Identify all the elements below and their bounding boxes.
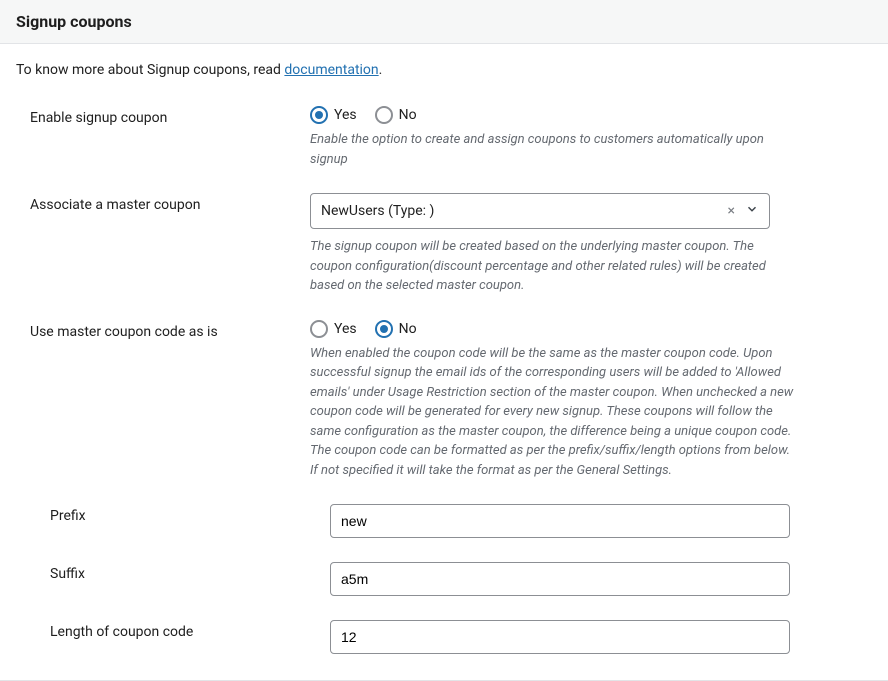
row-enable-signup: Enable signup coupon Yes No Enable the o… xyxy=(0,94,888,181)
use-as-is-no-radio[interactable] xyxy=(375,320,393,338)
intro-text: To know more about Signup coupons, read … xyxy=(0,44,888,86)
settings-form: Enable signup coupon Yes No Enable the o… xyxy=(0,86,888,681)
use-as-is-field: Yes No When enabled the coupon code will… xyxy=(310,320,888,481)
use-as-is-label: Use master coupon code as is xyxy=(0,320,310,340)
use-as-is-no-label: No xyxy=(399,321,417,337)
enable-no-option[interactable]: No xyxy=(375,106,417,124)
use-as-is-desc: When enabled the coupon code will be the… xyxy=(310,344,798,481)
use-as-is-yes-option[interactable]: Yes xyxy=(310,320,357,338)
use-as-is-no-option[interactable]: No xyxy=(375,320,417,338)
length-field xyxy=(330,620,888,654)
suffix-field xyxy=(330,562,888,596)
documentation-link[interactable]: documentation xyxy=(284,62,378,78)
intro-suffix: . xyxy=(379,62,383,78)
enable-signup-label: Enable signup coupon xyxy=(0,106,310,126)
length-label: Length of coupon code xyxy=(20,620,330,640)
enable-signup-desc: Enable the option to create and assign c… xyxy=(310,130,798,169)
select-controls: × xyxy=(728,202,759,220)
row-prefix: Prefix xyxy=(0,492,888,550)
enable-yes-label: Yes xyxy=(334,107,357,123)
suffix-label: Suffix xyxy=(20,562,330,582)
page-title: Signup coupons xyxy=(16,12,872,31)
page-header: Signup coupons xyxy=(0,0,888,44)
master-coupon-label: Associate a master coupon xyxy=(0,193,310,213)
master-coupon-select[interactable]: NewUsers (Type: ) × xyxy=(310,193,770,229)
use-as-is-radios: Yes No xyxy=(310,320,798,338)
enable-signup-field: Yes No Enable the option to create and a… xyxy=(310,106,888,169)
master-coupon-field: NewUsers (Type: ) × The signup coupon wi… xyxy=(310,193,888,296)
enable-yes-option[interactable]: Yes xyxy=(310,106,357,124)
use-as-is-yes-label: Yes xyxy=(334,321,357,337)
master-coupon-desc: The signup coupon will be created based … xyxy=(310,237,798,296)
row-master-coupon: Associate a master coupon NewUsers (Type… xyxy=(0,181,888,308)
prefix-input[interactable] xyxy=(330,504,790,538)
enable-no-label: No xyxy=(399,107,417,123)
use-as-is-yes-radio[interactable] xyxy=(310,320,328,338)
clear-icon[interactable]: × xyxy=(728,203,735,219)
prefix-field xyxy=(330,504,888,538)
prefix-label: Prefix xyxy=(20,504,330,524)
intro-prefix: To know more about Signup coupons, read xyxy=(16,62,284,78)
enable-no-radio[interactable] xyxy=(375,106,393,124)
row-length: Length of coupon code xyxy=(0,608,888,666)
length-input[interactable] xyxy=(330,620,790,654)
enable-signup-radios: Yes No xyxy=(310,106,798,124)
suffix-input[interactable] xyxy=(330,562,790,596)
master-coupon-value: NewUsers (Type: ) xyxy=(321,203,434,219)
row-suffix: Suffix xyxy=(0,550,888,608)
row-use-as-is: Use master coupon code as is Yes No When… xyxy=(0,308,888,493)
enable-yes-radio[interactable] xyxy=(310,106,328,124)
chevron-down-icon[interactable] xyxy=(745,202,759,220)
